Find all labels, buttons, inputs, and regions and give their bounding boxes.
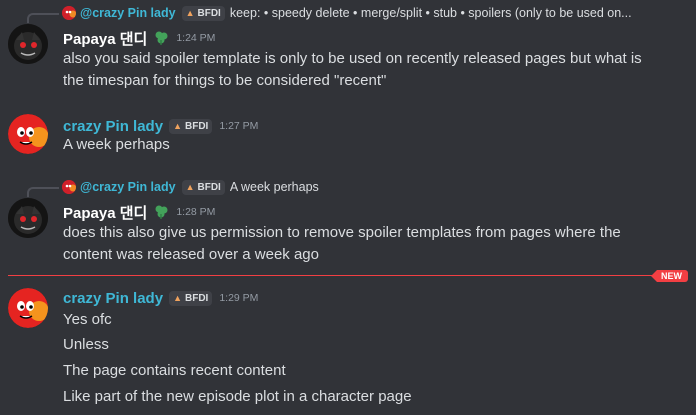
- reply-text: A week perhaps: [229, 180, 319, 194]
- message-text: The page contains recent content: [63, 360, 656, 382]
- reply-spine: [27, 13, 59, 23]
- message-header: Papaya 댄디 1:24 PM: [63, 28, 215, 48]
- reply-text: keep: • speedy delete • merge/split • st…: [229, 6, 632, 20]
- new-badge: NEW: [651, 270, 688, 282]
- papaya-avatar-image: [8, 198, 48, 238]
- clan-tag[interactable]: ▲ BFDI: [169, 118, 213, 134]
- leaf-badge-icon: [153, 30, 169, 46]
- reply-preview[interactable]: @crazy Pin lady ▲ BFDI keep: • speedy del…: [62, 4, 686, 22]
- reply-clan-tag: ▲ BFDI: [181, 179, 225, 195]
- message-text: Unless: [63, 334, 656, 356]
- flame-icon: ▲: [185, 182, 195, 192]
- reply-clan-tag: ▲ BFDI: [181, 5, 225, 21]
- text-line: does this also give us permission to rem…: [63, 224, 621, 241]
- reply-avatar: [62, 180, 76, 194]
- message-header: Papaya 댄디 1:28 PM: [63, 202, 215, 222]
- flame-icon: ▲: [173, 121, 182, 131]
- text-line: A week perhaps: [63, 136, 170, 153]
- avatar-papaya[interactable]: [8, 198, 48, 238]
- text-line: Yes ofc: [63, 311, 112, 328]
- username[interactable]: crazy Pin lady: [63, 118, 163, 135]
- avatar-crazy-pin-lady[interactable]: [8, 114, 48, 154]
- avatar-crazy-pin-lady[interactable]: [8, 288, 48, 328]
- username[interactable]: Papaya 댄디: [63, 202, 147, 223]
- clan-tag[interactable]: ▲ BFDI: [169, 290, 213, 306]
- message-text: A week perhaps: [63, 134, 656, 156]
- text-line: the timespan for things to be considered…: [63, 72, 387, 89]
- message-text: also you said spoiler template is only t…: [63, 48, 656, 92]
- username[interactable]: Papaya 댄디: [63, 28, 147, 49]
- message-header: crazy Pin lady ▲ BFDI 1:29 PM: [63, 288, 258, 308]
- message-text: does this also give us permission to rem…: [63, 222, 656, 266]
- crazy-avatar-image: [8, 288, 48, 328]
- text-line: Like part of the new episode plot in a c…: [63, 388, 412, 405]
- timestamp: 1:28 PM: [176, 206, 216, 218]
- flame-icon: ▲: [173, 293, 182, 303]
- message-header: crazy Pin lady ▲ BFDI 1:27 PM: [63, 116, 258, 136]
- message-text: Yes ofc: [63, 309, 656, 331]
- flame-icon: ▲: [185, 8, 195, 18]
- text-line: The page contains recent content: [63, 362, 286, 379]
- timestamp: 1:29 PM: [219, 292, 259, 304]
- text-line: Unless: [63, 336, 109, 353]
- timestamp: 1:27 PM: [219, 120, 259, 132]
- message-text: Like part of the new episode plot in a c…: [63, 386, 656, 408]
- reply-spine: [27, 187, 59, 197]
- reply-username[interactable]: @crazy Pin lady: [80, 180, 176, 194]
- text-line: also you said spoiler template is only t…: [63, 50, 642, 67]
- papaya-avatar-image: [8, 24, 48, 64]
- reply-username[interactable]: @crazy Pin lady: [80, 6, 176, 20]
- new-messages-divider: [8, 275, 660, 276]
- leaf-badge-icon: [153, 204, 169, 220]
- timestamp: 1:24 PM: [176, 32, 216, 44]
- crazy-avatar-image: [8, 114, 48, 154]
- reply-preview[interactable]: @crazy Pin lady ▲ BFDI A week perhaps: [62, 178, 686, 196]
- reply-avatar: [62, 6, 76, 20]
- text-line: content was released over a week ago: [63, 246, 319, 263]
- avatar-papaya[interactable]: [8, 24, 48, 64]
- username[interactable]: crazy Pin lady: [63, 290, 163, 307]
